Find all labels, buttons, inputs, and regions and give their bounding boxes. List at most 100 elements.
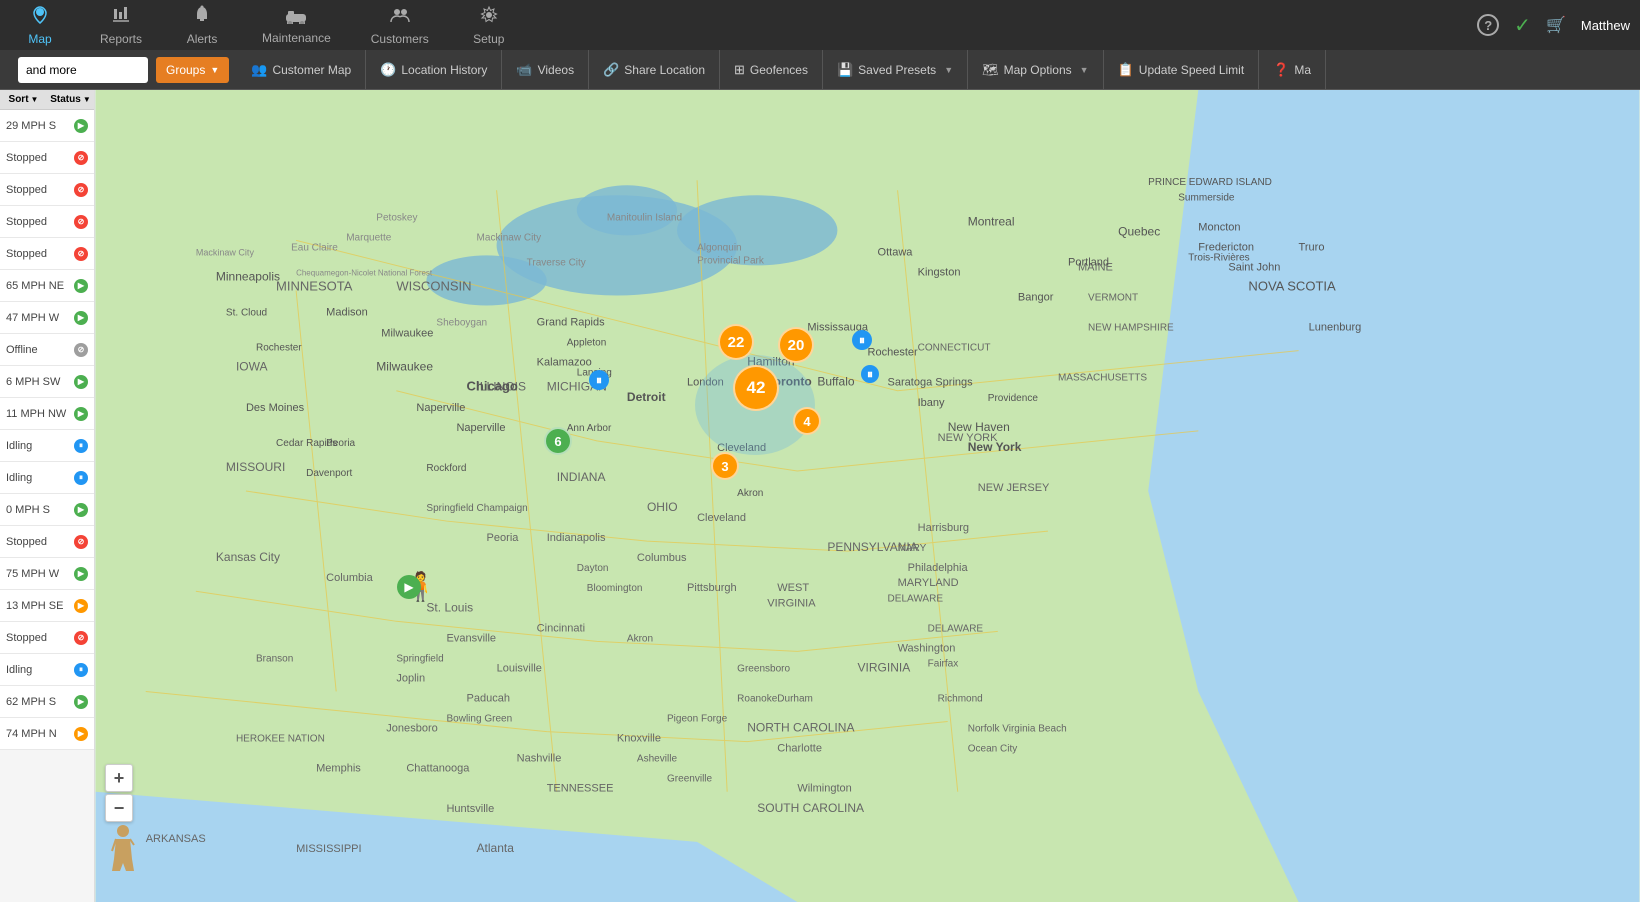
nav-maintenance[interactable]: Maintenance <box>252 1 341 50</box>
svg-text:Naperville: Naperville <box>456 422 505 434</box>
status-indicator: ▶ <box>74 599 88 613</box>
videos-label: Videos <box>538 63 574 77</box>
svg-text:Akron: Akron <box>627 633 653 644</box>
sidebar-row[interactable]: Idling ⏸ <box>0 430 94 462</box>
svg-text:Mackinaw City: Mackinaw City <box>477 232 542 243</box>
svg-text:Davenport: Davenport <box>306 468 352 479</box>
cluster-3[interactable]: 3 <box>711 452 739 480</box>
status-indicator: ▶ <box>74 727 88 741</box>
status-indicator: ▶ <box>74 695 88 709</box>
subnav-videos[interactable]: 📹 Videos <box>502 50 589 90</box>
svg-text:Greensboro: Greensboro <box>737 663 790 674</box>
cluster-4-label: 4 <box>803 414 810 429</box>
svg-text:Buffalo: Buffalo <box>817 375 855 389</box>
share-location-icon: 🔗 <box>603 62 619 78</box>
sidebar-row[interactable]: Stopped ⊘ <box>0 142 94 174</box>
sidebar-row[interactable]: 6 MPH SW ▶ <box>0 366 94 398</box>
svg-text:VIRGINIA: VIRGINIA <box>857 660 910 674</box>
sidebar-row[interactable]: Stopped ⊘ <box>0 206 94 238</box>
svg-text:MINNESOTA: MINNESOTA <box>276 278 353 293</box>
sidebar-row[interactable]: 47 MPH W ▶ <box>0 302 94 334</box>
map-container[interactable]: MINNESOTA IOWA MISSOURI WISCONSIN ILLINO… <box>95 90 1640 902</box>
search-input[interactable] <box>18 57 148 83</box>
map-marker-pause-2[interactable]: ⏸ <box>852 330 872 350</box>
status-text: Stopped <box>6 216 47 228</box>
zoom-in-button[interactable]: + <box>105 764 133 792</box>
svg-text:Greenville: Greenville <box>667 774 713 785</box>
svg-text:SOUTH CAROLINA: SOUTH CAROLINA <box>757 801 864 815</box>
cluster-6[interactable]: 6 <box>544 427 572 455</box>
zoom-out-button[interactable]: − <box>105 794 133 822</box>
sidebar-row[interactable]: 75 MPH W ▶ <box>0 558 94 590</box>
status-indicator: ⊘ <box>74 151 88 165</box>
status-text: Idling <box>6 664 32 676</box>
sub-nav-left: Groups <box>10 57 237 83</box>
cluster-6-label: 6 <box>554 434 561 449</box>
sidebar-row[interactable]: Stopped ⊘ <box>0 174 94 206</box>
subnav-location-history[interactable]: 🕐 Location History <box>366 50 502 90</box>
help-icon[interactable]: ? <box>1477 14 1499 36</box>
nav-alerts[interactable]: Alerts <box>172 0 232 51</box>
svg-text:Pigeon Forge: Pigeon Forge <box>667 714 728 725</box>
map-marker-pause-3[interactable]: ⏸ <box>861 365 879 383</box>
checkmark-icon[interactable]: ✓ <box>1514 13 1531 38</box>
user-name[interactable]: Matthew <box>1581 18 1630 33</box>
status-text: Offline <box>6 344 38 356</box>
sort-label: Sort <box>9 94 29 105</box>
svg-text:IOWA: IOWA <box>236 360 268 374</box>
map-marker-pause-1[interactable]: ⏸ <box>589 370 609 390</box>
cluster-42-label: 42 <box>747 378 766 398</box>
status-indicator: ⊘ <box>74 631 88 645</box>
nav-customers[interactable]: Customers <box>361 0 439 51</box>
sidebar-row[interactable]: 62 MPH S ▶ <box>0 686 94 718</box>
svg-text:Chequamegon-Nicolet National F: Chequamegon-Nicolet National Forest <box>296 268 433 277</box>
nav-reports[interactable]: Reports <box>90 0 152 51</box>
svg-text:Wilmington: Wilmington <box>797 783 851 795</box>
subnav-saved-presets[interactable]: 💾 Saved Presets <box>823 50 968 90</box>
svg-text:Joplin: Joplin <box>396 672 425 684</box>
sidebar-row[interactable]: 13 MPH SE ▶ <box>0 590 94 622</box>
sidebar-row[interactable]: Stopped ⊘ <box>0 238 94 270</box>
subnav-share-location[interactable]: 🔗 Share Location <box>589 50 720 90</box>
nav-map[interactable]: Map <box>10 0 70 51</box>
sidebar-row[interactable]: Stopped ⊘ <box>0 622 94 654</box>
sidebar-row[interactable]: 65 MPH NE ▶ <box>0 270 94 302</box>
svg-text:Rochester: Rochester <box>868 347 919 359</box>
svg-text:Bangor: Bangor <box>1018 292 1054 304</box>
subnav-update-speed-limit[interactable]: 📋 Update Speed Limit <box>1104 50 1260 90</box>
sort-header[interactable]: Sort <box>0 90 47 109</box>
status-text: 29 MPH S <box>6 120 56 132</box>
cluster-20[interactable]: 20 <box>778 327 814 363</box>
sidebar-row[interactable]: 11 MPH NW ▶ <box>0 398 94 430</box>
sidebar-row[interactable]: Idling ⏸ <box>0 654 94 686</box>
cluster-22[interactable]: 22 <box>718 324 754 360</box>
status-text: 0 MPH S <box>6 504 50 516</box>
sub-navigation: Groups 👥 Customer Map 🕐 Location History… <box>0 50 1640 90</box>
subnav-map-options[interactable]: 🗺 Map Options <box>968 50 1103 90</box>
cluster-42[interactable]: 42 <box>733 365 779 411</box>
svg-text:ARKANSAS: ARKANSAS <box>146 833 206 845</box>
sidebar-row[interactable]: Stopped ⊘ <box>0 526 94 558</box>
svg-text:Jonesboro: Jonesboro <box>386 723 437 735</box>
cluster-4[interactable]: 4 <box>793 407 821 435</box>
sidebar-row[interactable]: 74 MPH N ▶ <box>0 718 94 750</box>
sidebar-row[interactable]: Offline ⊘ <box>0 334 94 366</box>
groups-label: Groups <box>166 63 205 77</box>
svg-text:INDIANA: INDIANA <box>557 470 606 484</box>
svg-text:Milwaukee: Milwaukee <box>376 360 433 374</box>
street-view-icon[interactable] <box>103 822 143 872</box>
nav-setup[interactable]: Setup <box>459 0 519 51</box>
subnav-customer-map[interactable]: 👥 Customer Map <box>237 50 366 90</box>
sidebar-row[interactable]: Idling ⏸ <box>0 462 94 494</box>
svg-text:MASSACHUSETTS: MASSACHUSETTS <box>1058 373 1147 384</box>
sidebar-row[interactable]: 0 MPH S ▶ <box>0 494 94 526</box>
subnav-geofences[interactable]: ⊞ Geofences <box>720 50 823 90</box>
svg-text:CONNECTICUT: CONNECTICUT <box>918 343 991 354</box>
vehicle-marker-knoxville[interactable]: ▶ <box>397 575 421 599</box>
sidebar-row[interactable]: 29 MPH S ▶ <box>0 110 94 142</box>
svg-text:WEST: WEST <box>777 582 809 594</box>
status-header[interactable]: Status <box>47 90 94 109</box>
groups-button[interactable]: Groups <box>156 57 229 83</box>
subnav-ma[interactable]: ❓ Ma <box>1259 50 1326 90</box>
cart-icon[interactable]: 🛒 <box>1546 15 1566 35</box>
